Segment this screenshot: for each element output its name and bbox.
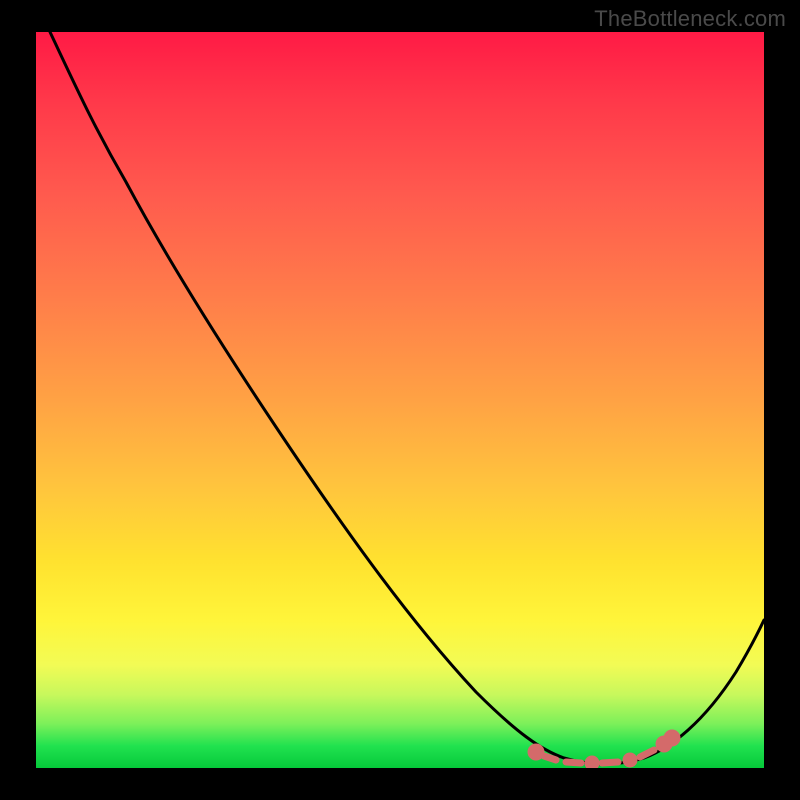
minimum-marker-group xyxy=(531,733,677,767)
watermark-text: TheBottleneck.com xyxy=(594,6,786,32)
chart-container: TheBottleneck.com xyxy=(0,0,800,800)
bottleneck-curve xyxy=(36,32,764,768)
plot-area xyxy=(36,32,764,768)
curve-path xyxy=(50,32,764,764)
